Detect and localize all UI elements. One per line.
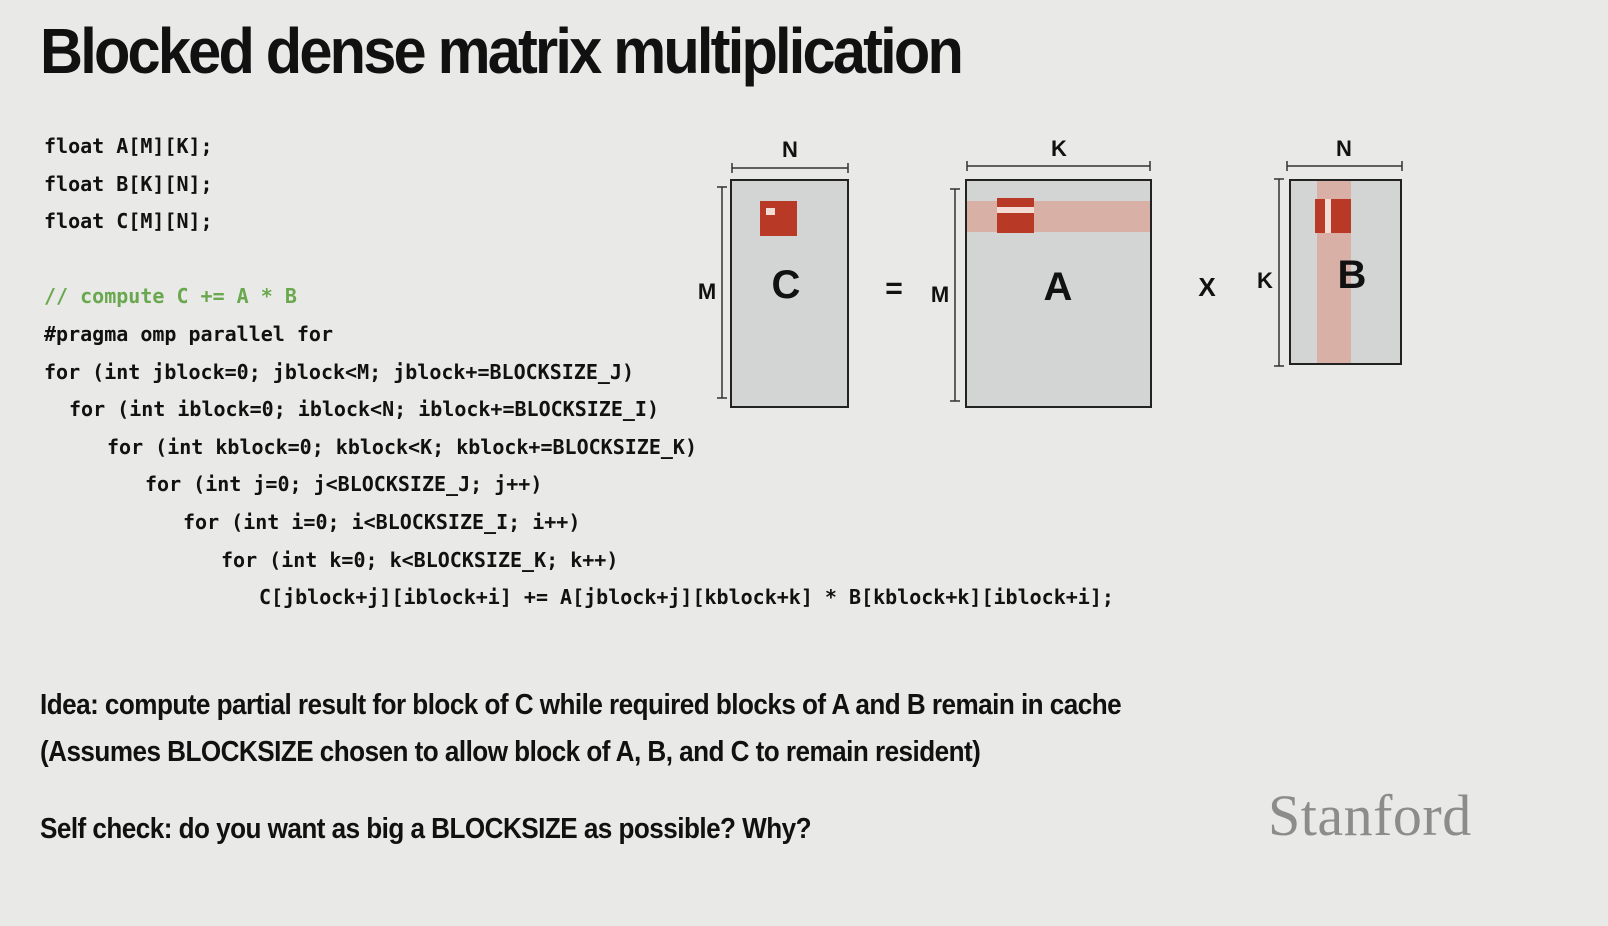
matrix-c: N M C — [698, 137, 849, 408]
idea-text: Idea: compute partial result for block o… — [40, 682, 1122, 776]
matrix-c-label: C — [772, 263, 801, 307]
matrix-a: K M A — [931, 136, 1152, 408]
idea-line-2: (Assumes BLOCKSIZE chosen to allow block… — [40, 736, 981, 768]
matrix-b-height-label: K — [1257, 268, 1273, 293]
matrix-b-label: B — [1338, 253, 1367, 297]
matrix-b-width-label: N — [1336, 136, 1352, 161]
matrix-a-label: A — [1044, 265, 1073, 309]
matrix-c-width-label: N — [782, 137, 798, 162]
matrix-a-height-label: M — [931, 282, 949, 307]
matrix-c-block — [760, 201, 797, 236]
matrix-b-block — [1315, 199, 1351, 233]
stanford-logo: Stanford — [1268, 783, 1472, 848]
matrix-a-row-stripe — [997, 207, 1034, 213]
matrix-c-element — [766, 208, 775, 215]
matrix-a-width-label: K — [1051, 136, 1067, 161]
equals-sign: = — [885, 272, 903, 305]
matrix-b-column-stripe — [1325, 199, 1331, 233]
matrix-a-row-band — [967, 201, 1150, 232]
idea-line-1: Idea: compute partial result for block o… — [40, 689, 1122, 721]
self-check-question: Self check: do you want as big a BLOCKSI… — [40, 813, 812, 845]
times-sign: X — [1198, 272, 1216, 302]
matrix-c-height-label: M — [698, 279, 716, 304]
matrix-b: N K B — [1257, 136, 1403, 367]
matrix-a-block — [997, 198, 1034, 233]
